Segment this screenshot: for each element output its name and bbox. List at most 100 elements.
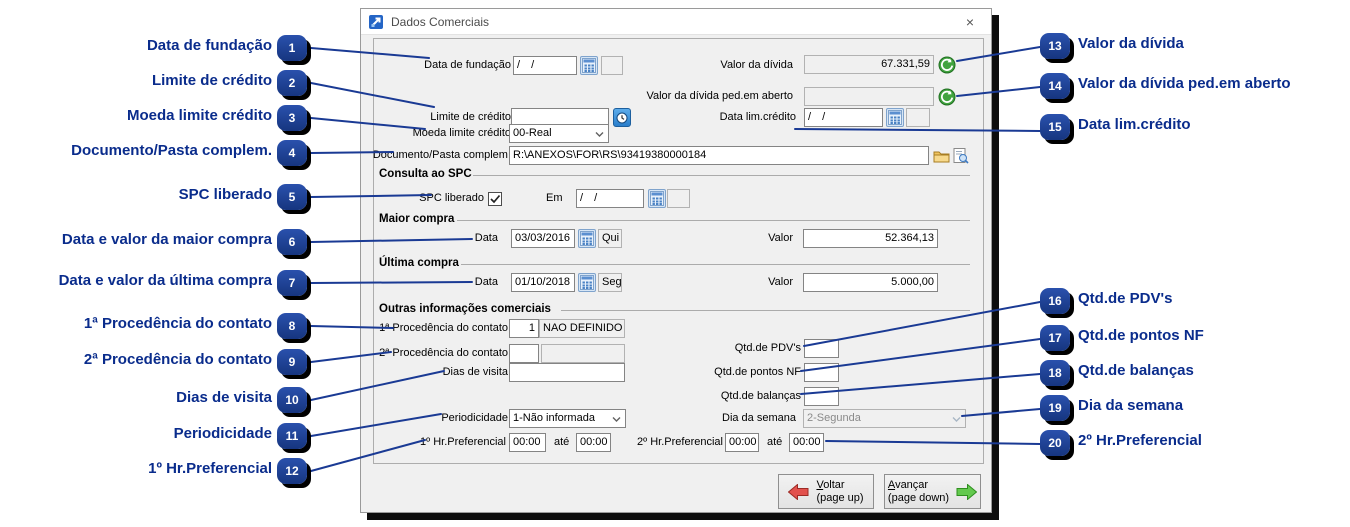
hr2-to-input[interactable]: 00:00 xyxy=(789,433,824,452)
annotation-badge-6: 6 xyxy=(277,229,307,255)
valor-divida-ped-field xyxy=(804,87,934,106)
calendar-icon xyxy=(888,110,902,125)
moeda-limite-select[interactable]: 00-Real xyxy=(509,124,609,143)
annotation-badge-1: 1 xyxy=(277,35,307,61)
dia-semana-select[interactable]: 2-Segunda xyxy=(803,409,966,428)
avancar-button[interactable]: Avançar(page down) xyxy=(884,474,981,509)
spc-em-label: Em xyxy=(546,189,568,208)
close-icon: × xyxy=(966,14,974,30)
proc2-code-input[interactable] xyxy=(509,344,539,363)
outras-group-title: Outras informações comerciais xyxy=(379,303,551,315)
qtd-pontos-nf-input[interactable] xyxy=(804,363,839,382)
valor-divida-label: Valor da dívida xyxy=(623,56,793,75)
annotation-badge-4: 4 xyxy=(277,140,307,166)
data-lim-credito-input[interactable]: / / xyxy=(804,108,883,127)
chevron-down-icon xyxy=(595,132,604,137)
annotation-label-18: Qtd.de balanças xyxy=(1078,362,1194,379)
data-lim-credito-label: Data lim.crédito xyxy=(623,108,796,127)
annotation-badge-3: 3 xyxy=(277,105,307,131)
refresh-icon xyxy=(938,56,956,74)
annotation-label-3: Moeda limite crédito xyxy=(0,107,272,124)
periodicidade-label: Periodicidade xyxy=(371,409,508,428)
annotation-badge-5: 5 xyxy=(277,184,307,210)
calendar-icon xyxy=(582,58,596,73)
ultima-compra-group-title: Última compra xyxy=(379,257,459,269)
qtd-balancas-input[interactable] xyxy=(804,387,839,406)
voltar-sublabel: (page up) xyxy=(816,492,863,504)
annotation-label-11: Periodicidade xyxy=(0,425,272,442)
annotation-badge-17: 17 xyxy=(1040,325,1070,351)
maior-compra-weekday-box: Qui xyxy=(598,229,622,248)
dados-comerciais-dialog: Dados Comerciais × Data de fundação / / … xyxy=(360,8,992,513)
valor-divida-ped-refresh-button[interactable] xyxy=(938,87,956,106)
annotation-label-9: 2ª Procedência do contato xyxy=(0,351,272,368)
annotation-label-12: 1º Hr.Preferencial xyxy=(0,460,272,477)
hr2-label: 2º Hr.Preferencial xyxy=(593,433,723,452)
avancar-label: Avançar xyxy=(888,479,949,492)
annotation-label-16: Qtd.de PDV's xyxy=(1078,290,1172,307)
ultima-compra-calendar-button[interactable] xyxy=(578,273,596,292)
data-lim-credito-calendar-button[interactable] xyxy=(886,108,904,127)
annotation-label-10: Dias de visita xyxy=(0,389,272,406)
proc1-desc-field: NAO DEFINIDO xyxy=(539,319,625,338)
annotation-label-7: Data e valor da última compra xyxy=(0,272,272,289)
dias-visita-input[interactable] xyxy=(509,363,625,382)
spc-em-input[interactable]: / / xyxy=(576,189,644,208)
hr1-ate-label: até xyxy=(554,433,576,452)
periodicidade-select[interactable]: 1-Não informada xyxy=(509,409,626,428)
close-button[interactable]: × xyxy=(949,9,991,34)
ultima-compra-data-input[interactable]: 01/10/2018 xyxy=(511,273,575,292)
qtd-pdv-label: Qtd.de PDV's xyxy=(623,339,801,358)
spc-group-line xyxy=(473,175,970,176)
documento-preview-button[interactable] xyxy=(952,146,970,165)
chevron-down-icon xyxy=(612,417,621,422)
proc2-label: 2ª Procedência do contato xyxy=(371,344,508,363)
annotation-label-5: SPC liberado xyxy=(0,186,272,203)
ultima-compra-group-line xyxy=(461,264,970,265)
spc-liberado-checkbox[interactable] xyxy=(488,192,502,206)
moeda-limite-label: Moeda limite crédito xyxy=(371,124,511,143)
annotation-badge-10: 10 xyxy=(277,387,307,413)
maior-compra-valor-input[interactable]: 52.364,13 xyxy=(803,229,938,248)
ultima-compra-valor-label: Valor xyxy=(623,273,793,292)
valor-divida-field: 67.331,59 xyxy=(804,55,934,74)
dias-visita-label: Dias de visita xyxy=(371,363,508,382)
annotation-label-14: Valor da dívida ped.em aberto xyxy=(1078,75,1291,92)
maior-compra-valor-label: Valor xyxy=(623,229,793,248)
documento-input[interactable]: R:\ANEXOS\FOR\RS\93419380000184 xyxy=(509,146,929,165)
hr1-from-input[interactable]: 00:00 xyxy=(509,433,546,452)
moeda-limite-value: 00-Real xyxy=(513,127,552,139)
maior-compra-data-input[interactable]: 03/03/2016 xyxy=(511,229,575,248)
ultima-compra-weekday-box: Seg xyxy=(598,273,622,292)
data-fundacao-input[interactable]: / / xyxy=(513,56,577,75)
annotation-badge-14: 14 xyxy=(1040,73,1070,99)
maior-compra-calendar-button[interactable] xyxy=(578,229,596,248)
annotation-label-19: Dia da semana xyxy=(1078,397,1183,414)
proc1-code-input[interactable]: 1 xyxy=(509,319,539,338)
spc-em-weekday-box xyxy=(667,189,690,208)
dia-semana-label: Dia da semana xyxy=(623,409,796,428)
ultima-compra-valor-input[interactable]: 5.000,00 xyxy=(803,273,938,292)
proc1-label: 1ª Procedência do contato xyxy=(371,319,508,338)
maior-compra-data-label: Data xyxy=(371,229,498,248)
annotation-label-2: Limite de crédito xyxy=(0,72,272,89)
title-bar: Dados Comerciais × xyxy=(361,9,991,35)
data-fundacao-calendar-button[interactable] xyxy=(580,56,598,75)
calendar-icon xyxy=(580,275,594,290)
spc-em-calendar-button[interactable] xyxy=(648,189,666,208)
hr2-from-input[interactable]: 00:00 xyxy=(725,433,759,452)
annotation-badge-2: 2 xyxy=(277,70,307,96)
valor-divida-ped-label: Valor da dívida ped.em aberto xyxy=(623,87,793,106)
window-title: Dados Comerciais xyxy=(391,15,489,29)
documento-folder-button[interactable] xyxy=(932,146,950,165)
qtd-pdv-input[interactable] xyxy=(804,339,839,358)
annotation-badge-9: 9 xyxy=(277,349,307,375)
proc2-desc-field xyxy=(541,344,625,363)
annotation-badge-20: 20 xyxy=(1040,430,1070,456)
spc-liberado-label: SPC liberado xyxy=(371,189,484,208)
annotation-label-17: Qtd.de pontos NF xyxy=(1078,327,1204,344)
chevron-down-icon xyxy=(952,417,961,422)
voltar-button[interactable]: Voltar(page up) xyxy=(778,474,874,509)
valor-divida-refresh-button[interactable] xyxy=(938,55,956,74)
data-fundacao-label: Data de fundação xyxy=(371,56,511,75)
